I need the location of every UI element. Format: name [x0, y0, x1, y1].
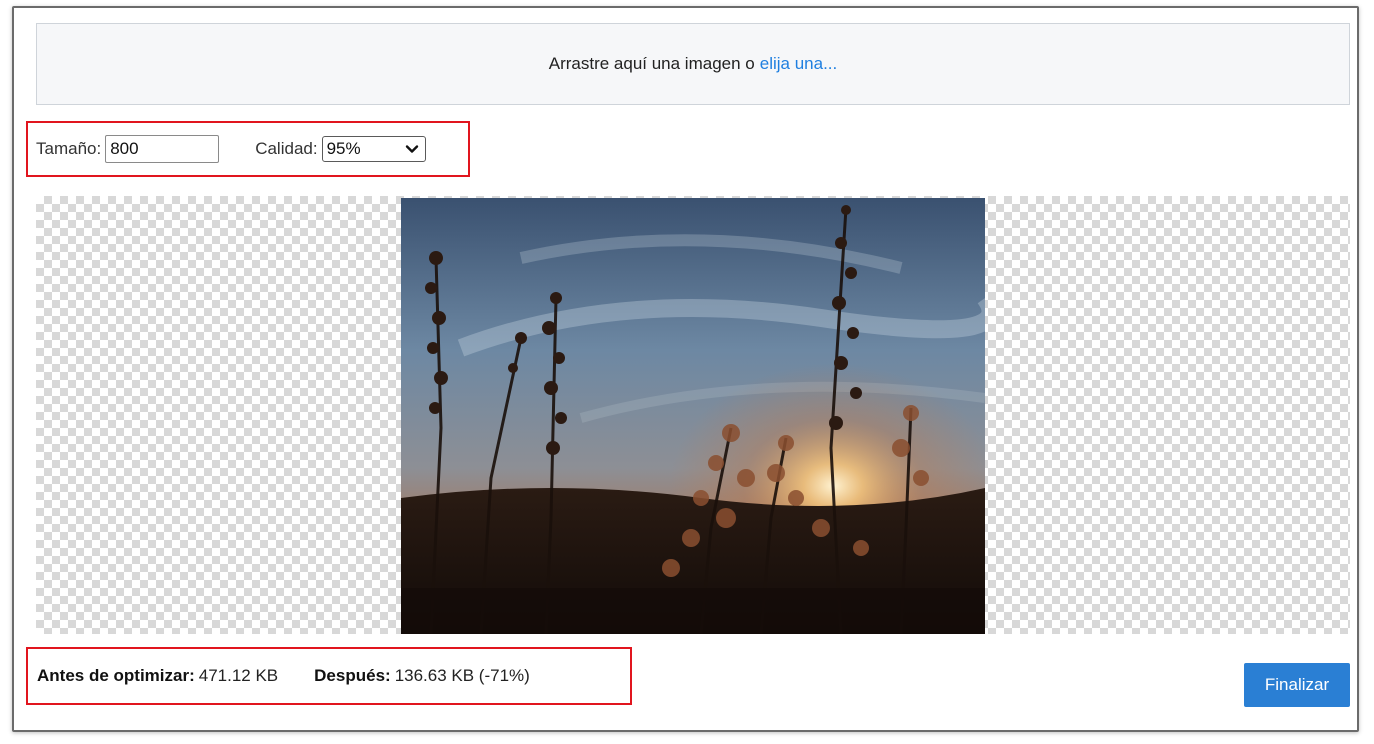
chevron-down-icon: [405, 145, 418, 153]
optimization-stats: Antes de optimizar: 471.12 KB Después: 1…: [26, 647, 632, 705]
image-optimizer-panel: Arrastre aquí una imagen o elija una... …: [12, 6, 1359, 732]
image-drop-zone[interactable]: Arrastre aquí una imagen o elija una...: [36, 23, 1350, 105]
settings-group: Tamaño: Calidad: 95%: [26, 121, 470, 177]
before-label: Antes de optimizar:: [37, 666, 195, 685]
before-value: 471.12 KB: [198, 666, 279, 685]
after-value: 136.63 KB (-71%): [394, 666, 530, 685]
size-input[interactable]: [105, 135, 220, 163]
image-preview-area: [36, 196, 1350, 634]
preview-image: [401, 198, 985, 634]
finish-button[interactable]: Finalizar: [1244, 663, 1350, 707]
quality-select[interactable]: 95%: [321, 136, 426, 162]
sunset-plants-photo: [401, 198, 985, 634]
quality-selected-value: 95%: [326, 139, 361, 158]
quality-label: Calidad:: [255, 139, 318, 158]
drop-zone-text: Arrastre aquí una imagen o: [548, 54, 755, 73]
size-label: Tamaño:: [36, 139, 102, 158]
after-label: Después:: [314, 666, 391, 685]
choose-image-link[interactable]: elija una...: [760, 54, 838, 74]
